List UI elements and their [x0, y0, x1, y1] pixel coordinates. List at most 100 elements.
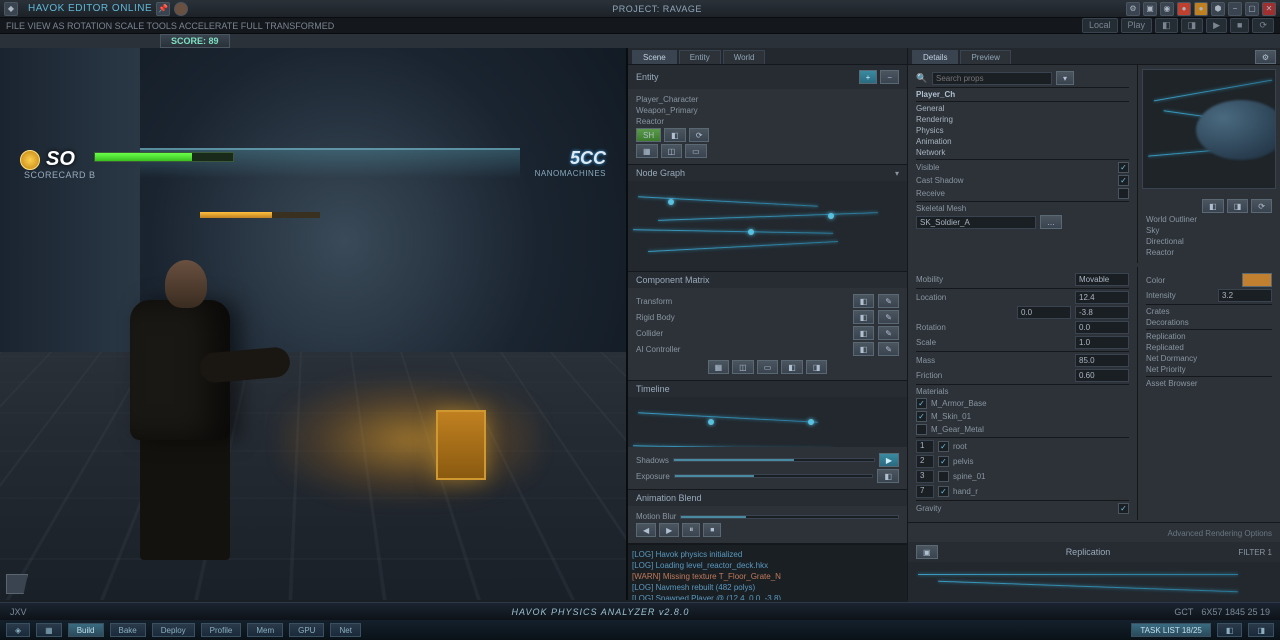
checkbox[interactable] [1118, 175, 1129, 186]
filter-label[interactable]: FILTER 1 [1238, 548, 1272, 557]
pin-icon[interactable]: 📌 [156, 2, 170, 16]
menu-chip-play[interactable]: Play [1121, 18, 1153, 33]
checkbox[interactable] [1118, 188, 1129, 199]
task-chip-deploy[interactable]: Deploy [152, 623, 195, 637]
category-item[interactable]: Rendering [916, 115, 1129, 124]
section-nodegraph-header[interactable]: Node Graph [636, 168, 685, 178]
intensity-field[interactable] [1218, 289, 1272, 302]
remove-button[interactable]: − [880, 70, 899, 84]
icon-button[interactable]: ▭ [685, 144, 707, 158]
menu-chip-reload[interactable]: ⟳ [1252, 18, 1274, 33]
material-slot[interactable]: M_Gear_Metal [916, 424, 1129, 435]
tray-icon[interactable]: ▣ [1143, 2, 1157, 16]
material-slot[interactable]: M_Armor_Base [916, 398, 1129, 409]
section-timeline-header[interactable]: Timeline [636, 384, 670, 394]
filter-button[interactable]: ▾ [1056, 71, 1074, 85]
tray-icon[interactable]: ⬢ [1211, 2, 1225, 16]
iconbar-btn[interactable]: ▭ [757, 360, 779, 374]
gravity-checkbox[interactable] [1118, 503, 1129, 514]
footer-graph[interactable] [908, 562, 1280, 602]
add-button[interactable]: + [859, 70, 878, 84]
menu-chip-run[interactable]: ▶ [1206, 18, 1227, 33]
menu-chip[interactable]: ◧ [1155, 18, 1178, 33]
browse-button[interactable]: … [1040, 215, 1062, 229]
prop-castshadow[interactable]: Cast Shadow [916, 175, 1129, 186]
tab-world[interactable]: World [723, 50, 766, 64]
entity-item[interactable]: Weapon_Primary [636, 106, 899, 115]
task-chip-build[interactable]: Build [68, 623, 104, 637]
task-chip-gpu[interactable]: GPU [289, 623, 324, 637]
advanced-label[interactable]: Advanced Rendering Options [916, 529, 1272, 538]
net-prop[interactable]: Net Dormancy [1146, 354, 1272, 363]
output-console[interactable]: [LOG] Havok physics initialized [LOG] Lo… [628, 544, 907, 600]
tray-icon[interactable]: ● [1194, 2, 1208, 16]
bone-row[interactable]: 7hand_r [916, 485, 1129, 498]
category-item[interactable]: Network [916, 148, 1129, 157]
bone-row[interactable]: 1root [916, 440, 1129, 453]
outliner-item[interactable]: Reactor [1146, 248, 1272, 257]
outliner-item[interactable]: Crates [1146, 307, 1272, 316]
icon-button[interactable]: ⏸ [682, 523, 700, 537]
category-item[interactable]: Animation [916, 137, 1129, 146]
icon-button[interactable]: ▶ [659, 523, 679, 537]
task-chip[interactable]: ◨ [1248, 623, 1274, 637]
iconbar-btn[interactable]: ◨ [806, 360, 828, 374]
user-avatar[interactable] [174, 2, 188, 16]
bone-row[interactable]: 3spine_01 [916, 470, 1129, 483]
tab-entity[interactable]: Entity [679, 50, 721, 64]
tray-icon[interactable]: ◉ [1160, 2, 1174, 16]
icon-button[interactable]: ◀ [636, 523, 656, 537]
net-prop[interactable]: Replicated [1146, 343, 1272, 352]
task-list-label[interactable]: TASK LIST 18/25 [1131, 623, 1211, 637]
matrix-row[interactable]: Rigid Body◧✎ [636, 310, 899, 324]
task-chip-mem[interactable]: Mem [247, 623, 283, 637]
menu-items[interactable]: FILE VIEW AS ROTATION SCALE TOOLS ACCELE… [6, 21, 334, 31]
slider-exposure[interactable]: Exposure◧ [636, 469, 899, 483]
checkbox[interactable] [1118, 162, 1129, 173]
section-matrix-header[interactable]: Component Matrix [636, 275, 710, 285]
net-prop[interactable]: Net Priority [1146, 365, 1272, 374]
icon-button[interactable]: ⟳ [689, 128, 710, 142]
icon-button[interactable]: ⏹ [703, 523, 721, 537]
icon-button[interactable]: ◫ [661, 144, 683, 158]
tab-preview[interactable]: Preview [960, 50, 1010, 64]
maximize-icon[interactable]: ▢ [1245, 2, 1259, 16]
icon-button[interactable]: ◧ [664, 128, 686, 142]
menu-chip[interactable]: ◨ [1181, 18, 1204, 33]
icon-button[interactable]: ▦ [636, 144, 658, 158]
mesh-preview[interactable] [1142, 69, 1276, 189]
game-viewport[interactable]: SO SCORECARD B 5CC NANOMACHINES [0, 48, 628, 600]
tab-details[interactable]: Details [912, 50, 958, 64]
mesh-field[interactable] [916, 216, 1036, 229]
iconbar-btn[interactable]: ▦ [708, 360, 730, 374]
tray-icon[interactable]: ⚙ [1126, 2, 1140, 16]
prop-visible[interactable]: Visible [916, 162, 1129, 173]
matrix-row[interactable]: Transform◧✎ [636, 294, 899, 308]
tab-scene[interactable]: Scene [632, 50, 677, 64]
minimize-icon[interactable]: − [1228, 2, 1242, 16]
app-icon[interactable]: ◆ [4, 2, 18, 16]
matrix-row[interactable]: AI Controller◧✎ [636, 342, 899, 356]
task-chip[interactable]: ◧ [1217, 623, 1243, 637]
color-swatch[interactable] [1242, 273, 1272, 287]
slider-shadows[interactable]: Shadows▶ [636, 453, 899, 467]
node-graph[interactable] [628, 181, 907, 271]
matrix-row[interactable]: Collider◧✎ [636, 326, 899, 340]
section-entity-header[interactable]: Entity + − [628, 65, 907, 89]
view-icon[interactable]: ⟳ [1251, 199, 1272, 213]
collapse-icon[interactable]: ▣ [916, 545, 938, 559]
mobility-field[interactable] [1075, 273, 1129, 286]
close-icon[interactable]: ✕ [1262, 2, 1276, 16]
bone-row[interactable]: 2pelvis [916, 455, 1129, 468]
iconbar-btn[interactable]: ◧ [781, 360, 803, 374]
task-chip-profile[interactable]: Profile [201, 623, 242, 637]
category-item[interactable]: Physics [916, 126, 1129, 135]
view-icon[interactable]: ◧ [1202, 199, 1224, 213]
material-slot[interactable]: M_Skin_01 [916, 411, 1129, 422]
z-field[interactable] [1075, 306, 1129, 319]
outliner-item[interactable]: Decorations [1146, 318, 1272, 327]
apply-button[interactable]: SH [636, 128, 661, 142]
menu-chip-stop[interactable]: ■ [1230, 18, 1249, 33]
slider-motion[interactable]: Motion Blur [636, 512, 899, 521]
category-item[interactable]: General [916, 104, 1129, 113]
